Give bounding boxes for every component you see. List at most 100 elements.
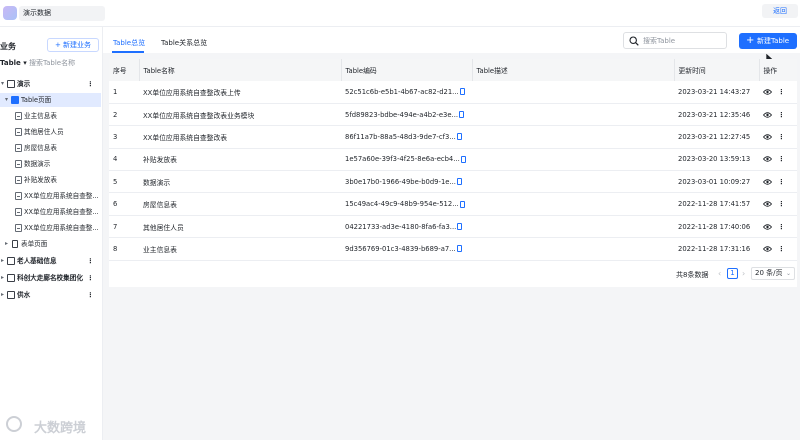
tree-item-label: 科创大走廊名校集团化 — [17, 274, 83, 282]
copy-icon[interactable] — [459, 88, 465, 96]
eye-icon[interactable] — [763, 89, 772, 95]
row-table-code: 04221733-ad3e-4180-8fa6-fa3... — [341, 215, 472, 239]
caret-right-icon[interactable]: ▸ — [1, 254, 4, 268]
tree-item-table[interactable]: XX单位应用系统自查整... — [0, 221, 101, 235]
filter-type-select[interactable]: Table ▾ — [0, 57, 27, 70]
column-header: 操作 — [759, 59, 797, 81]
page-size-select[interactable]: 20 条/页 ⌄ — [751, 267, 795, 280]
table-doc-icon — [15, 224, 22, 232]
more-icon[interactable]: ⋮ — [87, 77, 94, 91]
more-icon[interactable]: ⋮ — [778, 200, 785, 208]
row-updated-time-text: 2022-11-28 17:41:57 — [678, 200, 751, 209]
more-icon[interactable]: ⋮ — [87, 271, 94, 285]
tab-table-relations[interactable]: Table关系总览 — [161, 38, 207, 48]
tree-item-table[interactable]: 房屋信息表 — [0, 141, 101, 155]
more-icon[interactable]: ⋮ — [778, 111, 785, 119]
row-table-code: 3b0e17b0-1966-49be-b0d9-1e... — [341, 170, 472, 194]
row-table-code-text: 9d356769-01c3-4839-b689-a7... — [345, 244, 456, 253]
sidebar-heading: 业务 — [0, 42, 16, 51]
row-index-text: 1 — [113, 87, 118, 96]
row-actions: ⋮ — [759, 81, 797, 104]
table-row[interactable]: 5 数据演示 3b0e17b0-1966-49be-b0d9-1e... 2023-0… — [109, 170, 797, 194]
app-title[interactable]: 演示数据 — [19, 6, 105, 21]
watermark-text: 大数跨境 — [34, 421, 87, 436]
more-icon[interactable]: ⋮ — [778, 245, 785, 253]
copy-icon[interactable] — [456, 133, 462, 141]
more-icon[interactable]: ⋮ — [778, 133, 785, 141]
sidebar-search-input[interactable]: 搜索Table名称 — [29, 57, 99, 70]
row-table-code-text: 86f11a7b-88a5-48d3-9de7-cf3... — [345, 132, 456, 141]
tree-item-table[interactable]: 其他居住人员 — [0, 125, 101, 139]
tree-item-label: 数据演示 — [24, 160, 51, 168]
eye-icon[interactable] — [763, 223, 772, 230]
chevron-left-icon[interactable]: ‹ — [718, 269, 721, 278]
copy-icon[interactable] — [459, 111, 465, 119]
chevron-right-icon[interactable]: › — [742, 269, 745, 278]
tree-item-table[interactable]: XX单位应用系统自查整... — [0, 205, 101, 219]
tree-item-label: XX单位应用系统自查整... — [24, 208, 99, 216]
more-icon[interactable]: ⋮ — [87, 288, 94, 302]
row-table-name-text: 房屋信息表 — [143, 201, 177, 210]
main-content: Table总览 Table关系总览 + 新建Table 序号 — [103, 27, 800, 440]
tree-item-table[interactable]: 补贴发放表 — [0, 173, 101, 187]
tree-item-table[interactable]: 业主信息表 — [0, 109, 101, 123]
table-row[interactable]: 2 XX单位应用系统自查整改表业务模块 5fd89823-bdbe-494e-a4b… — [109, 103, 797, 127]
page-number-button[interactable]: 1 — [727, 268, 738, 279]
caret-right-icon[interactable]: ▸ — [1, 271, 4, 285]
back-button[interactable]: 返回 — [762, 4, 798, 18]
tab-table-overview[interactable]: Table总览 — [113, 38, 145, 48]
table-row[interactable]: 3 XX单位应用系统自查整改表 86f11a7b-88a5-48d3-9de7-cf… — [109, 125, 797, 149]
tree-item-folder[interactable]: ▸ 老人基础信息 ⋮ — [0, 254, 101, 268]
copy-icon[interactable] — [457, 223, 463, 231]
table-row[interactable]: 1 XX单位应用系统自查整改表上传 52c51c6b-e5b1-4b67-ac82-… — [109, 81, 797, 104]
folder-icon — [7, 257, 15, 265]
tree-item-folder[interactable]: ▸ 科创大走廊名校集团化 ⋮ — [0, 271, 101, 285]
table-row[interactable]: 8 业主信息表 9d356769-01c3-4839-b689-a7... 2022-… — [109, 237, 797, 261]
row-table-code-text: 5fd89823-bdbe-494e-a4b2-e3e... — [345, 110, 459, 119]
row-updated-time: 2023-03-01 10:09:27 — [674, 170, 759, 194]
table-row[interactable]: 6 房屋信息表 15c49ac4-49c9-48b9-954e-512... 2022… — [109, 192, 797, 216]
eye-icon[interactable] — [763, 111, 772, 118]
new-table-button[interactable]: + 新建Table — [739, 33, 797, 49]
row-table-description — [472, 192, 674, 216]
eye-icon[interactable] — [763, 156, 772, 163]
caret-right-icon[interactable]: ▸ — [1, 288, 4, 302]
copy-icon[interactable] — [456, 245, 462, 253]
row-updated-time: 2022-11-28 17:41:57 — [674, 192, 759, 216]
table-doc-icon — [15, 208, 22, 216]
tree-item-table[interactable]: XX单位应用系统自查整... — [0, 189, 101, 203]
tree-item-label: 供水 — [17, 291, 31, 299]
table-doc-icon — [15, 192, 22, 200]
tree-item-table[interactable]: 数据演示 — [0, 157, 101, 171]
watermark-logo: 大数跨境 — [6, 413, 87, 436]
more-icon[interactable]: ⋮ — [778, 178, 785, 186]
more-icon[interactable]: ⋮ — [778, 223, 785, 231]
eye-icon[interactable] — [763, 134, 772, 140]
table-row[interactable]: 4 补贴发放表 1e57a60e-39f3-4f25-8e6a-ecb4... 202… — [109, 148, 797, 172]
row-index: 5 — [109, 170, 139, 194]
search-input[interactable] — [643, 35, 723, 46]
eye-icon[interactable] — [763, 246, 772, 252]
caret-down-icon[interactable]: ▾ — [5, 93, 8, 107]
eye-icon[interactable] — [763, 179, 772, 185]
copy-icon[interactable] — [456, 178, 462, 186]
copy-icon[interactable] — [459, 200, 465, 208]
row-table-code-text: 1e57a60e-39f3-4f25-8e6a-ecb4... — [345, 155, 460, 164]
copy-icon[interactable] — [460, 155, 466, 163]
more-icon[interactable]: ⋮ — [778, 155, 785, 163]
folder-icon — [7, 291, 15, 299]
tree-item-form-page[interactable]: ▸ 表单页面 — [0, 237, 101, 251]
tree-item-table-page[interactable]: ▾ Table页面 — [0, 93, 101, 107]
new-business-button[interactable]: + 新建业务 — [47, 38, 99, 52]
more-icon[interactable]: ⋮ — [87, 254, 94, 268]
tree-item-demo[interactable]: ▾ 演示 ⋮ — [0, 77, 101, 91]
caret-right-icon[interactable]: ▸ — [5, 237, 8, 251]
more-icon[interactable]: ⋮ — [778, 88, 785, 96]
row-table-description — [472, 81, 674, 104]
table-row[interactable]: 7 其他居住人员 04221733-ad3e-4180-8fa6-fa3... 202… — [109, 215, 797, 239]
table-search-box[interactable] — [623, 32, 727, 49]
caret-down-icon[interactable]: ▾ — [1, 77, 4, 91]
eye-icon[interactable] — [763, 201, 772, 207]
tree-item-folder[interactable]: ▸ 供水 ⋮ — [0, 288, 101, 302]
row-table-code-text: 15c49ac4-49c9-48b9-954e-512... — [345, 200, 459, 209]
